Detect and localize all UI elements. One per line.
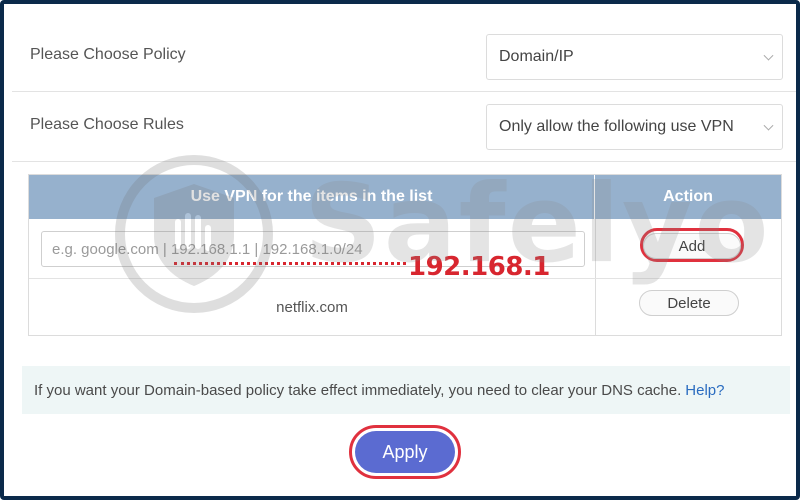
policy-select-value: Domain/IP <box>499 48 574 65</box>
table-header: Use VPN for the items in the list Action <box>29 175 781 219</box>
settings-panel: Please Choose Policy Domain/IP Please Ch… <box>0 0 800 500</box>
ip-annotation: 192.168.1 <box>408 252 550 282</box>
help-link[interactable]: Help? <box>685 382 724 399</box>
rules-row: Please Choose Rules Only allow the follo… <box>12 92 796 162</box>
dns-cache-notice: If you want your Domain-based policy tak… <box>22 366 790 414</box>
add-button[interactable]: Add <box>643 233 741 259</box>
column-header-action: Action <box>663 188 713 205</box>
list-item-domain: netflix.com <box>276 299 348 316</box>
apply-button[interactable]: Apply <box>355 431 455 473</box>
vpn-items-table: Use VPN for the items in the list Action… <box>28 174 782 336</box>
policy-row: Please Choose Policy Domain/IP <box>12 22 796 92</box>
policy-label: Please Choose Policy <box>30 46 186 63</box>
rules-select[interactable]: Only allow the following use VPN <box>486 104 783 150</box>
delete-button[interactable]: Delete <box>639 290 739 316</box>
column-header-items: Use VPN for the items in the list <box>29 175 595 219</box>
chevron-down-icon <box>763 120 774 131</box>
table-row: netflix.com <box>29 279 595 336</box>
annotation-dotted-line <box>174 262 406 265</box>
chevron-down-icon <box>763 50 774 61</box>
notice-text: If you want your Domain-based policy tak… <box>34 381 682 399</box>
rules-select-value: Only allow the following use VPN <box>499 118 734 135</box>
policy-select[interactable]: Domain/IP <box>486 34 783 80</box>
rules-label: Please Choose Rules <box>30 116 184 133</box>
